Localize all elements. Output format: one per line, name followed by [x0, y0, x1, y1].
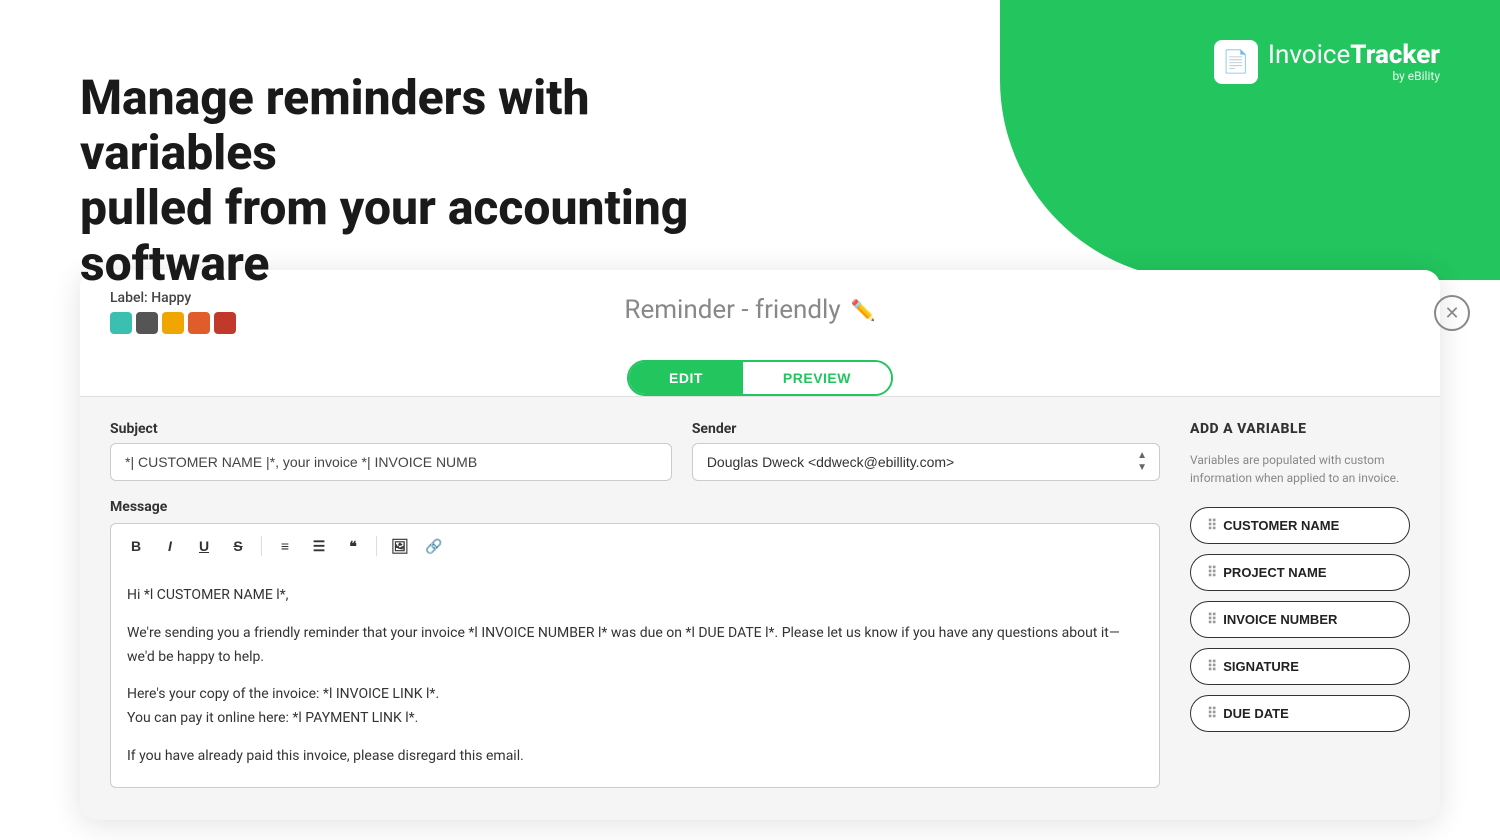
- variable-btn-due-date[interactable]: ⠿ DUE DATE: [1190, 695, 1410, 732]
- swatch-teal[interactable]: [110, 312, 132, 334]
- toolbar-strikethrough[interactable]: S: [223, 532, 253, 560]
- reminder-title-area: Reminder - friendly ✏️: [624, 295, 875, 325]
- logo-icon: 📄: [1214, 40, 1258, 84]
- message-line4-text: You can pay it online here: *l PAYMENT L…: [127, 710, 418, 726]
- main-area: Subject Sender Douglas Dweck <ddweck@ebi…: [110, 421, 1160, 793]
- add-variable-description: Variables are populated with custom info…: [1190, 451, 1410, 487]
- reminder-title: Reminder - friendly: [624, 295, 840, 325]
- toolbar-bold[interactable]: B: [121, 532, 151, 560]
- message-editor[interactable]: Hi *l CUSTOMER NAME l*, We're sending yo…: [110, 568, 1160, 788]
- toolbar-sep-1: [261, 536, 262, 556]
- label-happy: Label: Happy: [110, 290, 236, 334]
- message-line5: If you have already paid this invoice, p…: [127, 745, 1143, 769]
- drag-icon-due-date: ⠿: [1207, 705, 1215, 722]
- subject-label: Subject: [110, 421, 672, 437]
- hero-heading: Manage reminders with variables pulled f…: [80, 70, 780, 291]
- label-happy-text: Label: Happy: [110, 290, 236, 306]
- right-sidebar: ADD A VARIABLE Variables are populated w…: [1190, 421, 1410, 793]
- close-button[interactable]: ✕: [1434, 295, 1470, 331]
- message-toolbar: B I U S ≡ ☰ ❝ 🖼 🔗: [110, 523, 1160, 568]
- toolbar-image[interactable]: 🖼: [385, 532, 415, 560]
- hero-title: Manage reminders with variables pulled f…: [80, 70, 780, 291]
- toolbar-ordered-list[interactable]: ≡: [270, 532, 300, 560]
- drag-icon-invoice-number: ⠿: [1207, 611, 1215, 628]
- message-section: Message B I U S ≡ ☰ ❝ 🖼 🔗: [110, 499, 1160, 788]
- variable-label-invoice-number: INVOICE NUMBER: [1223, 612, 1337, 627]
- tab-bar: EDIT PREVIEW: [110, 346, 1410, 396]
- toolbar-quote[interactable]: ❝: [338, 532, 368, 560]
- edit-pencil-icon[interactable]: ✏️: [851, 298, 876, 322]
- variable-label-signature: SIGNATURE: [1223, 659, 1299, 674]
- message-line3: Here's your copy of the invoice: *l INVO…: [127, 683, 1143, 731]
- main-card: Label: Happy EDIT PREVIEW: [80, 270, 1440, 820]
- logo-text: InvoiceTracker: [1268, 40, 1440, 70]
- drag-icon-project-name: ⠿: [1207, 564, 1215, 581]
- toolbar-unordered-list[interactable]: ☰: [304, 532, 334, 560]
- variable-label-project-name: PROJECT NAME: [1223, 565, 1326, 580]
- variable-btn-invoice-number[interactable]: ⠿ INVOICE NUMBER: [1190, 601, 1410, 638]
- logo-name-prefix: Invoice: [1268, 40, 1350, 70]
- toolbar-sep-2: [376, 536, 377, 556]
- hero-title-line2: pulled from your accounting software: [80, 179, 688, 291]
- color-swatches: [110, 312, 236, 334]
- sender-group: Sender Douglas Dweck <ddweck@ebillity.co…: [692, 421, 1160, 481]
- message-label: Message: [110, 499, 1160, 515]
- sender-label: Sender: [692, 421, 1160, 437]
- hero-title-line1: Manage reminders with variables: [80, 69, 590, 181]
- subject-group: Subject: [110, 421, 672, 481]
- form-row: Subject Sender Douglas Dweck <ddweck@ebi…: [110, 421, 1160, 481]
- variable-btn-signature[interactable]: ⠿ SIGNATURE: [1190, 648, 1410, 685]
- variable-label-customer-name: CUSTOMER NAME: [1223, 518, 1339, 533]
- logo-area: 📄 InvoiceTracker by eBility: [1214, 40, 1440, 84]
- logo-by: by eBility: [1268, 69, 1440, 83]
- logo-name-suffix: Tracker: [1350, 40, 1440, 70]
- message-line2: We're sending you a friendly reminder th…: [127, 622, 1143, 670]
- tab-preview[interactable]: PREVIEW: [743, 362, 891, 394]
- subject-input[interactable]: [110, 443, 672, 481]
- drag-icon-customer-name: ⠿: [1207, 517, 1215, 534]
- variable-btn-customer-name[interactable]: ⠿ CUSTOMER NAME: [1190, 507, 1410, 544]
- message-line3-text: Here's your copy of the invoice: *l INVO…: [127, 686, 439, 702]
- card-body: Subject Sender Douglas Dweck <ddweck@ebi…: [80, 397, 1440, 817]
- swatch-dark[interactable]: [136, 312, 158, 334]
- tab-edit[interactable]: EDIT: [629, 362, 743, 394]
- swatch-yellow[interactable]: [162, 312, 184, 334]
- toolbar-underline[interactable]: U: [189, 532, 219, 560]
- drag-icon-signature: ⠿: [1207, 658, 1215, 675]
- variable-label-due-date: DUE DATE: [1223, 706, 1288, 721]
- toolbar-italic[interactable]: I: [155, 532, 185, 560]
- sender-select-wrapper: Douglas Dweck <ddweck@ebillity.com> ▲ ▼: [692, 443, 1160, 481]
- swatch-orange[interactable]: [188, 312, 210, 334]
- toolbar-link[interactable]: 🔗: [419, 532, 449, 560]
- message-line1: Hi *l CUSTOMER NAME l*,: [127, 584, 1143, 608]
- swatch-red[interactable]: [214, 312, 236, 334]
- variable-btn-project-name[interactable]: ⠿ PROJECT NAME: [1190, 554, 1410, 591]
- add-variable-title: ADD A VARIABLE: [1190, 421, 1410, 437]
- tab-toggle: EDIT PREVIEW: [627, 360, 893, 396]
- sender-select[interactable]: Douglas Dweck <ddweck@ebillity.com>: [693, 444, 1159, 480]
